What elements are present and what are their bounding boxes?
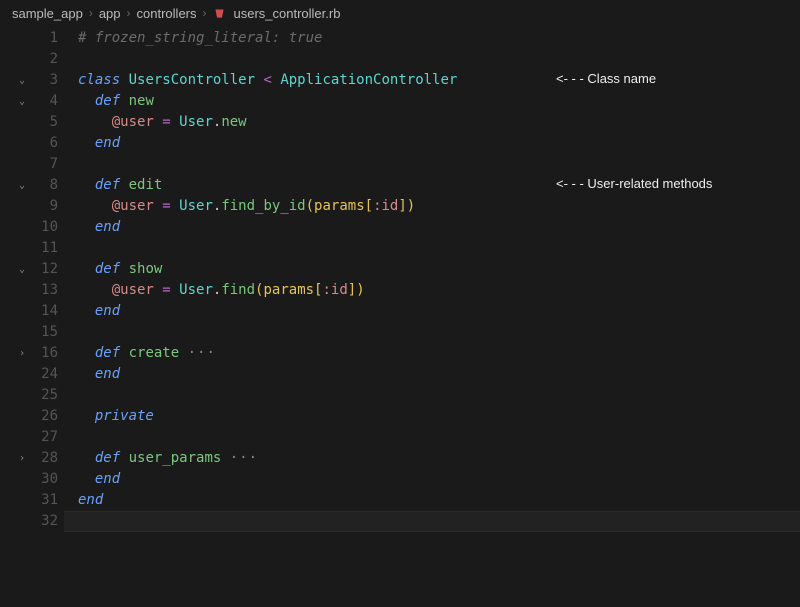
fold-toggle-icon[interactable]: ⌄ <box>16 264 28 276</box>
code-keyword: private <box>95 406 154 427</box>
code-const: User <box>179 196 213 217</box>
code-keyword: class <box>78 70 120 91</box>
collapsed-code-indicator[interactable]: ··· <box>188 343 216 364</box>
line-number[interactable]: 14 <box>34 301 58 322</box>
code-class-name: UsersController <box>129 70 255 91</box>
code-const: User <box>179 280 213 301</box>
code-keyword: def <box>95 448 120 469</box>
breadcrumb: sample_app › app › controllers › users_c… <box>0 0 800 26</box>
annotation-user-methods: <- - - User-related methods <box>556 173 712 194</box>
line-number[interactable]: 7 <box>34 154 58 175</box>
active-line-highlight <box>64 511 800 532</box>
code-dot: . <box>213 112 221 133</box>
line-number[interactable]: 5 <box>34 112 58 133</box>
code-paren: (params[ <box>306 196 373 217</box>
code-paren: (params[ <box>255 280 322 301</box>
fold-toggle-icon[interactable]: ⌄ <box>16 75 28 87</box>
code-editor[interactable]: 1 2 ⌄3 ⌄4 5 6 7 ⌄8 9 10 11 ⌄12 13 14 15 … <box>0 26 800 607</box>
ruby-file-icon <box>213 7 226 20</box>
line-number[interactable]: 16 <box>34 343 58 364</box>
line-number[interactable]: 8 <box>34 175 58 196</box>
line-number[interactable]: 4 <box>34 91 58 112</box>
code-call: find <box>221 280 255 301</box>
code-dot: . <box>213 280 221 301</box>
code-ivar: @user <box>112 280 154 301</box>
line-number[interactable]: 9 <box>34 196 58 217</box>
code-const: User <box>179 112 213 133</box>
breadcrumb-item[interactable]: app <box>99 6 121 21</box>
line-number[interactable]: 3 <box>34 70 58 91</box>
fold-toggle-icon[interactable]: › <box>16 348 28 360</box>
code-call: new <box>221 112 246 133</box>
line-number[interactable]: 32 <box>34 511 58 532</box>
code-method-name: user_params <box>129 448 222 469</box>
collapsed-code-indicator[interactable]: ··· <box>230 448 258 469</box>
line-number[interactable]: 10 <box>34 217 58 238</box>
line-number[interactable]: 11 <box>34 238 58 259</box>
line-number[interactable]: 13 <box>34 280 58 301</box>
line-number[interactable]: 27 <box>34 427 58 448</box>
code-paren: ]) <box>398 196 415 217</box>
breadcrumb-file[interactable]: users_controller.rb <box>234 6 341 21</box>
fold-toggle-icon[interactable]: ⌄ <box>16 96 28 108</box>
line-number[interactable]: 15 <box>34 322 58 343</box>
code-method-name: show <box>129 259 163 280</box>
code-ivar: @user <box>112 112 154 133</box>
annotation-class-name: <- - - Class name <box>556 68 656 89</box>
line-number[interactable]: 2 <box>34 49 58 70</box>
code-ivar: @user <box>112 196 154 217</box>
code-operator: = <box>154 196 179 217</box>
line-number[interactable]: 1 <box>34 28 58 49</box>
breadcrumb-item[interactable]: sample_app <box>12 6 83 21</box>
line-number-gutter: 1 2 ⌄3 ⌄4 5 6 7 ⌄8 9 10 11 ⌄12 13 14 15 … <box>0 26 64 607</box>
code-method-name: create <box>129 343 180 364</box>
code-symbol: :id <box>322 280 347 301</box>
fold-toggle-icon[interactable]: ⌄ <box>16 180 28 192</box>
line-number[interactable]: 26 <box>34 406 58 427</box>
code-operator: < <box>255 70 280 91</box>
chevron-right-icon: › <box>89 6 93 20</box>
breadcrumb-item[interactable]: controllers <box>137 6 197 21</box>
chevron-right-icon: › <box>203 6 207 20</box>
line-number[interactable]: 31 <box>34 490 58 511</box>
code-method-name: new <box>129 91 154 112</box>
code-keyword: def <box>95 175 120 196</box>
code-keyword: end <box>78 490 103 511</box>
code-dot: . <box>213 196 221 217</box>
line-number[interactable]: 6 <box>34 133 58 154</box>
code-keyword: end <box>95 133 120 154</box>
fold-toggle-icon[interactable]: › <box>16 453 28 465</box>
line-number[interactable]: 12 <box>34 259 58 280</box>
line-number[interactable]: 30 <box>34 469 58 490</box>
code-keyword: end <box>95 217 120 238</box>
code-method-name: edit <box>129 175 163 196</box>
code-operator: = <box>154 112 179 133</box>
line-number[interactable]: 28 <box>34 448 58 469</box>
code-keyword: end <box>95 469 120 490</box>
line-number[interactable]: 25 <box>34 385 58 406</box>
code-symbol: :id <box>373 196 398 217</box>
code-area[interactable]: # frozen_string_literal: true class User… <box>64 26 800 607</box>
code-call: find_by_id <box>221 196 305 217</box>
code-class-name: ApplicationController <box>280 70 457 91</box>
code-keyword: end <box>95 301 120 322</box>
code-operator: = <box>154 280 179 301</box>
code-keyword: def <box>95 259 120 280</box>
line-number[interactable]: 24 <box>34 364 58 385</box>
code-paren: ]) <box>348 280 365 301</box>
code-keyword: end <box>95 364 120 385</box>
code-keyword: def <box>95 343 120 364</box>
chevron-right-icon: › <box>127 6 131 20</box>
code-comment: # frozen_string_literal: true <box>78 28 322 49</box>
code-keyword: def <box>95 91 120 112</box>
